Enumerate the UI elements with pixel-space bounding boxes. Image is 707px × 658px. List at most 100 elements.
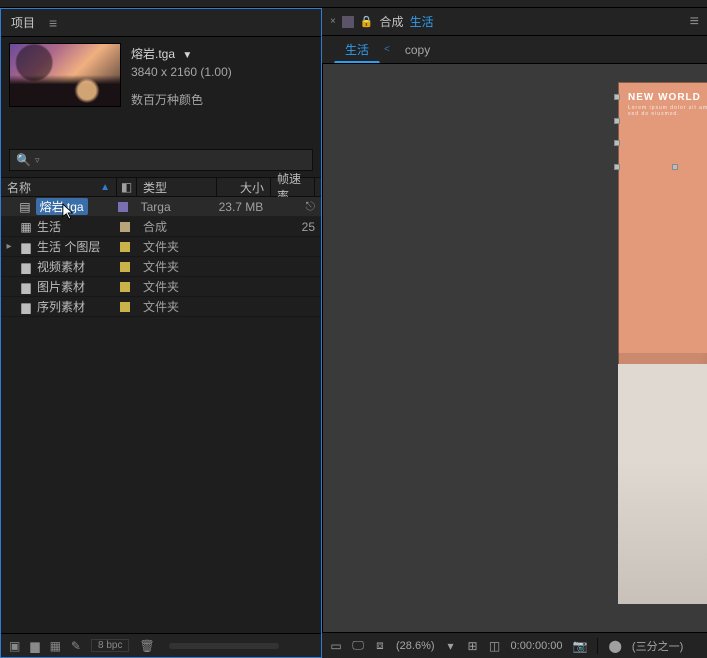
interpret-footage-icon[interactable]: ▣ [9, 639, 20, 653]
search-dropdown-icon[interactable]: ▿ [35, 155, 40, 166]
flowchart-crumbs: 生活 < copy [322, 36, 707, 64]
row-type: 合成 [137, 217, 217, 236]
col-size[interactable]: 大小 [217, 178, 271, 196]
mask-toggle-icon[interactable]: ⧈ [374, 638, 386, 653]
bpc-indicator[interactable]: 8 bpc [91, 639, 129, 652]
row-label-swatch[interactable] [113, 297, 137, 316]
project-columns: 名称 ▲ ◧ 类型 大小 帧速率 [1, 177, 321, 197]
project-row[interactable]: ▸▆生活 个图层文件夹 [1, 237, 321, 257]
project-tab[interactable]: 项目 [11, 14, 35, 31]
transform-handle[interactable] [672, 164, 678, 170]
sort-asc-icon: ▲ [100, 182, 110, 193]
channel-icon[interactable]: ⬤ [608, 639, 621, 653]
timecode[interactable]: 0:00:00:00 [511, 640, 563, 652]
new-folder-icon[interactable]: ▆ [30, 639, 39, 653]
row-size [217, 257, 271, 276]
transform-handle[interactable] [614, 164, 620, 170]
row-label-swatch[interactable] [113, 277, 137, 296]
row-trailing-icon [315, 217, 321, 236]
lock-icon[interactable]: 🔒 [360, 15, 374, 28]
transform-handle[interactable] [614, 118, 620, 124]
close-tab-icon[interactable]: × [330, 16, 336, 27]
row-type: Targa [135, 197, 212, 216]
transform-handle[interactable] [614, 94, 620, 100]
project-row[interactable]: ▆视频素材文件夹 [1, 257, 321, 277]
asset-menu-caret-icon[interactable]: ▼ [182, 50, 192, 61]
zoom-dropdown-icon[interactable]: ▾ [445, 639, 457, 653]
snapshot-icon[interactable]: 📷 [573, 639, 588, 653]
row-name[interactable]: 生活 [35, 217, 113, 236]
panel-menu-icon[interactable]: ≡ [49, 15, 57, 31]
twisty-icon[interactable] [1, 297, 17, 316]
folder-icon: ▆ [17, 237, 35, 256]
thumbnail-size-slider[interactable] [169, 643, 279, 649]
twisty-icon[interactable] [1, 197, 16, 216]
row-label-swatch[interactable] [113, 217, 137, 236]
magnify-icon[interactable]: ▭ [330, 639, 342, 653]
row-name[interactable]: 熔岩.tga [34, 197, 112, 216]
comp-panel-menu-icon[interactable]: ≡ [690, 13, 699, 31]
new-adjustment-icon[interactable]: ✎ [71, 639, 81, 653]
label-icon: ◧ [121, 180, 132, 194]
display-icon[interactable]: 🖵 [352, 638, 364, 653]
asset-meta: 熔岩.tga ▼ 3840 x 2160 (1.00) 数百万种颜色 [131, 43, 232, 109]
row-type: 文件夹 [137, 277, 217, 296]
footage-icon: ▤ [16, 197, 33, 216]
project-row[interactable]: ▦生活合成25 [1, 217, 321, 237]
twisty-icon[interactable] [1, 257, 17, 276]
folder-icon: ▆ [17, 297, 35, 316]
crumb-inactive[interactable]: copy [394, 39, 441, 61]
row-name[interactable]: 视频素材 [35, 257, 113, 276]
comp-active-link[interactable]: 生活 [410, 13, 434, 30]
row-trailing-icon: ⎋ [306, 197, 322, 216]
col-label[interactable]: ◧ [117, 178, 137, 196]
project-row[interactable]: ▤熔岩.tga Targa23.7 MB ⎋ [1, 197, 321, 217]
comp-label-swatch [342, 16, 354, 28]
project-panel-tabs: 项目 ≡ [1, 9, 321, 37]
row-size [217, 237, 271, 256]
row-type: 文件夹 [137, 297, 217, 316]
project-search[interactable]: 🔍 ▿ [9, 149, 313, 171]
col-name-label: 名称 [7, 179, 31, 196]
row-label-swatch[interactable] [112, 197, 135, 216]
row-name[interactable]: 序列素材 [35, 297, 113, 316]
asset-name: 熔岩.tga [131, 47, 175, 61]
col-type[interactable]: 类型 [137, 178, 217, 196]
twisty-icon[interactable] [1, 277, 17, 296]
asset-dimensions: 3840 x 2160 (1.00) [131, 63, 232, 81]
row-size [217, 217, 271, 236]
crumb-active[interactable]: 生活 [334, 37, 380, 63]
col-name[interactable]: 名称 ▲ [1, 178, 117, 196]
asset-thumbnail[interactable] [9, 43, 121, 107]
zoom-readout[interactable]: (28.6%) [396, 640, 435, 652]
col-fps[interactable]: 帧速率 [271, 178, 315, 196]
trash-icon[interactable]: 🗑 [139, 639, 154, 653]
project-row[interactable]: ▆序列素材 文件夹 [1, 297, 321, 317]
transform-handle[interactable] [614, 140, 620, 146]
asset-preview-block: 熔岩.tga ▼ 3840 x 2160 (1.00) 数百万种颜色 [1, 37, 321, 119]
row-name[interactable]: 生活 个图层 [35, 237, 113, 256]
viewer-footer: ▭ 🖵 ⧈ (28.6%) ▾ ⊞ ◫ 0:00:00:00 📷 ⬤ (三分之一… [322, 632, 707, 658]
grid-toggle-icon[interactable]: ⊞ [467, 639, 479, 653]
row-name[interactable]: 图片素材 [35, 277, 113, 296]
folder-icon: ▆ [17, 277, 35, 296]
row-size: 23.7 MB [212, 197, 264, 216]
comp-header-label: 合成 [380, 13, 404, 30]
search-icon: 🔍 [16, 153, 31, 167]
row-fps [271, 237, 315, 256]
twisty-icon[interactable] [1, 217, 17, 236]
new-comp-icon[interactable]: ▦ [50, 639, 61, 653]
row-label-swatch[interactable] [113, 237, 137, 256]
row-label-swatch[interactable] [113, 257, 137, 276]
guides-toggle-icon[interactable]: ◫ [489, 639, 501, 653]
app-toolbar[interactable] [0, 0, 707, 8]
row-fps [271, 297, 315, 316]
resolution-dropdown[interactable]: (三分之一) [632, 638, 683, 654]
row-fps [263, 197, 305, 216]
composition-canvas[interactable]: NEW WORLD Lorem ipsum dolor sit amet con… [618, 82, 707, 604]
row-fps [271, 257, 315, 276]
project-row[interactable]: ▆图片素材 文件夹 [1, 277, 321, 297]
twisty-icon[interactable]: ▸ [1, 237, 17, 256]
viewer[interactable]: NEW WORLD Lorem ipsum dolor sit amet con… [322, 64, 707, 632]
row-trailing-icon [315, 297, 321, 316]
